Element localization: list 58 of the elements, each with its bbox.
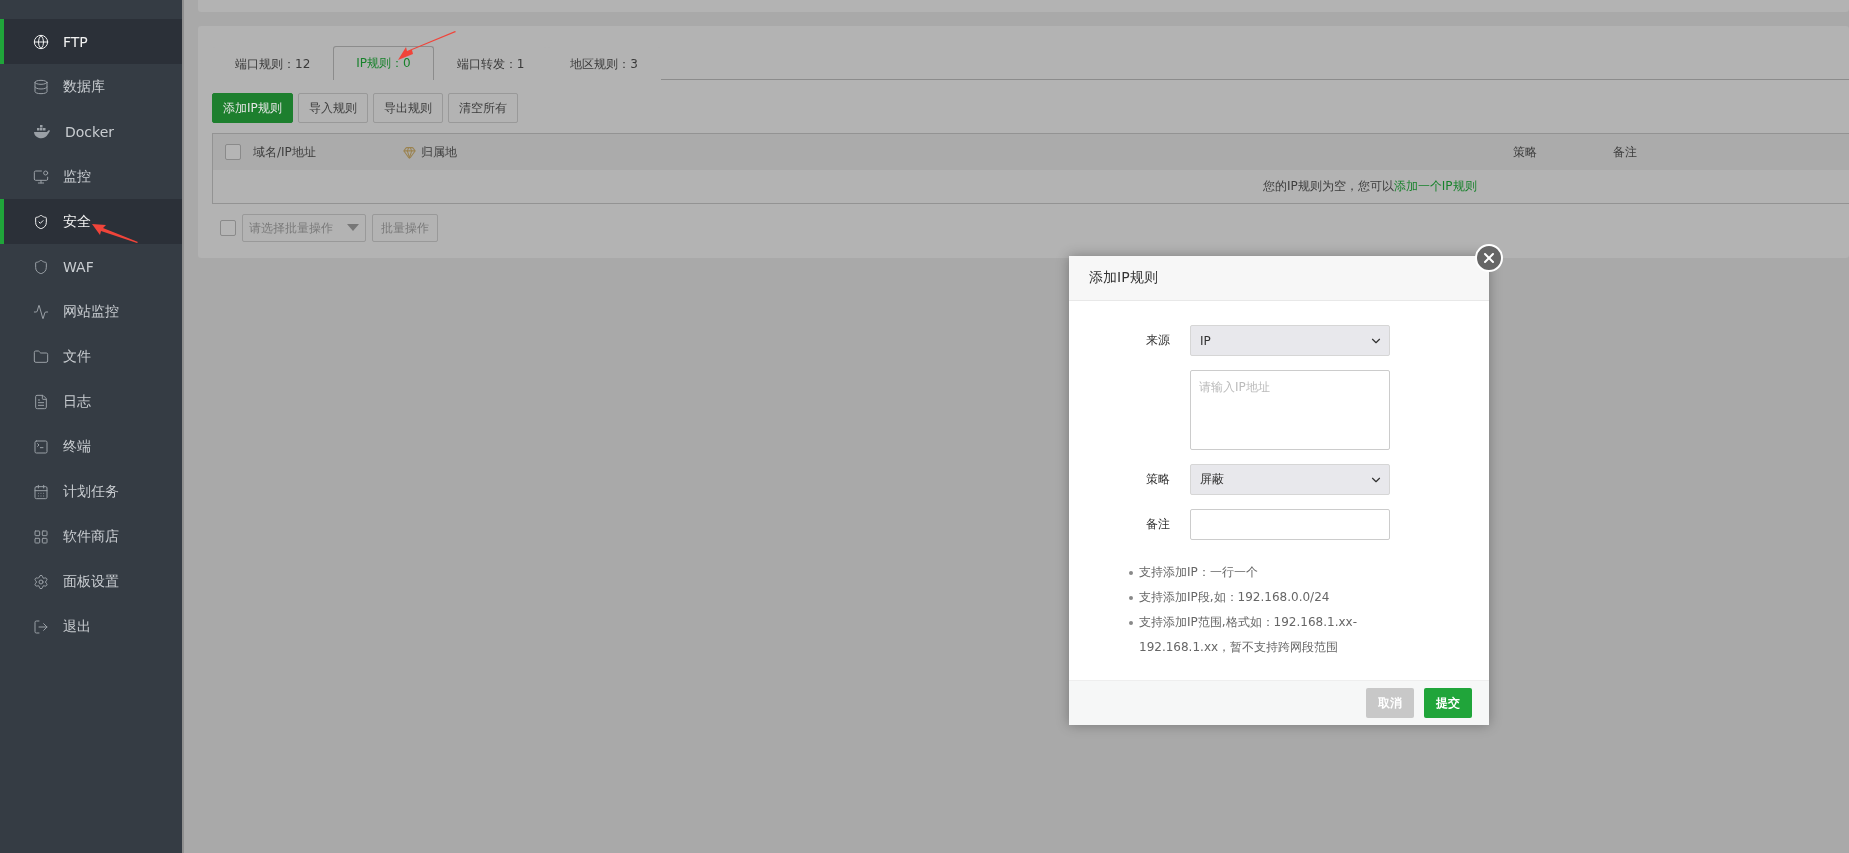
empty-message: 您的IP规则为空，您可以添加一个IP规则 bbox=[1263, 178, 1477, 195]
dialog-title: 添加IP规则 bbox=[1069, 256, 1489, 301]
bullet-icon bbox=[1129, 596, 1133, 600]
database-icon bbox=[33, 78, 49, 95]
monitor-icon bbox=[33, 168, 49, 185]
column-header: 归属地 bbox=[421, 143, 457, 161]
hint-text: 支持添加IP：一行一个 bbox=[1139, 564, 1259, 581]
sidebar-item[interactable]: 终端 bbox=[0, 424, 182, 469]
whale-icon bbox=[33, 124, 51, 139]
toolbar-button[interactable]: 导入规则 bbox=[297, 93, 368, 123]
pointer-arrow bbox=[92, 224, 138, 243]
toolbar-button[interactable]: 导出规则 bbox=[372, 93, 443, 123]
column-header: 备注 bbox=[1613, 144, 1637, 159]
logout-icon bbox=[33, 618, 49, 635]
select-field[interactable]: IP bbox=[1190, 325, 1390, 356]
add-rule-button[interactable]: 添加IP规则 bbox=[212, 93, 293, 123]
terminal-icon bbox=[33, 438, 49, 455]
globe-icon bbox=[33, 33, 49, 50]
pulse-icon bbox=[33, 303, 49, 320]
toolbar-button[interactable]: 清空所有 bbox=[447, 93, 518, 123]
grid-icon bbox=[33, 528, 49, 545]
bullet-icon bbox=[1129, 621, 1133, 625]
sidebar-item[interactable]: 数据库 bbox=[0, 64, 182, 109]
diamond-icon bbox=[403, 145, 416, 159]
close-icon bbox=[1481, 250, 1497, 266]
field-label: 备注 bbox=[1145, 516, 1171, 533]
sidebar-item[interactable]: 软件商店 bbox=[0, 514, 182, 559]
column-header: 策略 bbox=[1513, 144, 1537, 159]
shield-icon bbox=[33, 258, 49, 275]
sidebar-item[interactable]: 日志 bbox=[0, 379, 182, 424]
sidebar-item[interactable]: 安全 bbox=[0, 199, 182, 244]
select-field[interactable]: 屏蔽 bbox=[1190, 464, 1390, 495]
sidebar-item[interactable]: Docker bbox=[0, 109, 182, 154]
caret-icon bbox=[347, 224, 359, 232]
sidebar-item[interactable]: 监控 bbox=[0, 154, 182, 199]
checkbox[interactable] bbox=[225, 144, 241, 160]
sidebar-item[interactable]: 面板设置 bbox=[0, 559, 182, 604]
pointer-arrow bbox=[398, 31, 456, 60]
checkbox[interactable] bbox=[220, 220, 236, 236]
document-icon bbox=[33, 393, 49, 410]
shield-check-icon bbox=[33, 213, 49, 230]
hint-text: 支持添加IP段,如：192.168.0.0/24 bbox=[1139, 589, 1331, 606]
sidebar-item[interactable]: 退出 bbox=[0, 604, 182, 649]
sidebar-item[interactable]: WAF bbox=[0, 244, 182, 289]
calendar-icon bbox=[33, 483, 49, 500]
sidebar-item[interactable]: 网站监控 bbox=[0, 289, 182, 334]
folder-icon bbox=[33, 348, 49, 365]
sidebar-item[interactable]: 计划任务 bbox=[0, 469, 182, 514]
sidebar-item[interactable]: 文件 bbox=[0, 334, 182, 379]
column-header: 域名/IP地址 bbox=[253, 144, 316, 159]
input-field[interactable]: 请输入IP地址 bbox=[1190, 370, 1390, 450]
field-label: 策略 bbox=[1145, 471, 1171, 488]
field-label: 来源 bbox=[1145, 332, 1171, 349]
input-field[interactable] bbox=[1190, 509, 1390, 540]
sidebar-item[interactable]: FTP bbox=[0, 19, 182, 64]
settings-icon bbox=[33, 573, 49, 590]
bullet-icon bbox=[1129, 571, 1133, 575]
hint-text: 支持添加IP范围,格式如：192.168.1.xx-192.168.1.xx，暂不支持跨网段范围 bbox=[1139, 614, 1358, 656]
